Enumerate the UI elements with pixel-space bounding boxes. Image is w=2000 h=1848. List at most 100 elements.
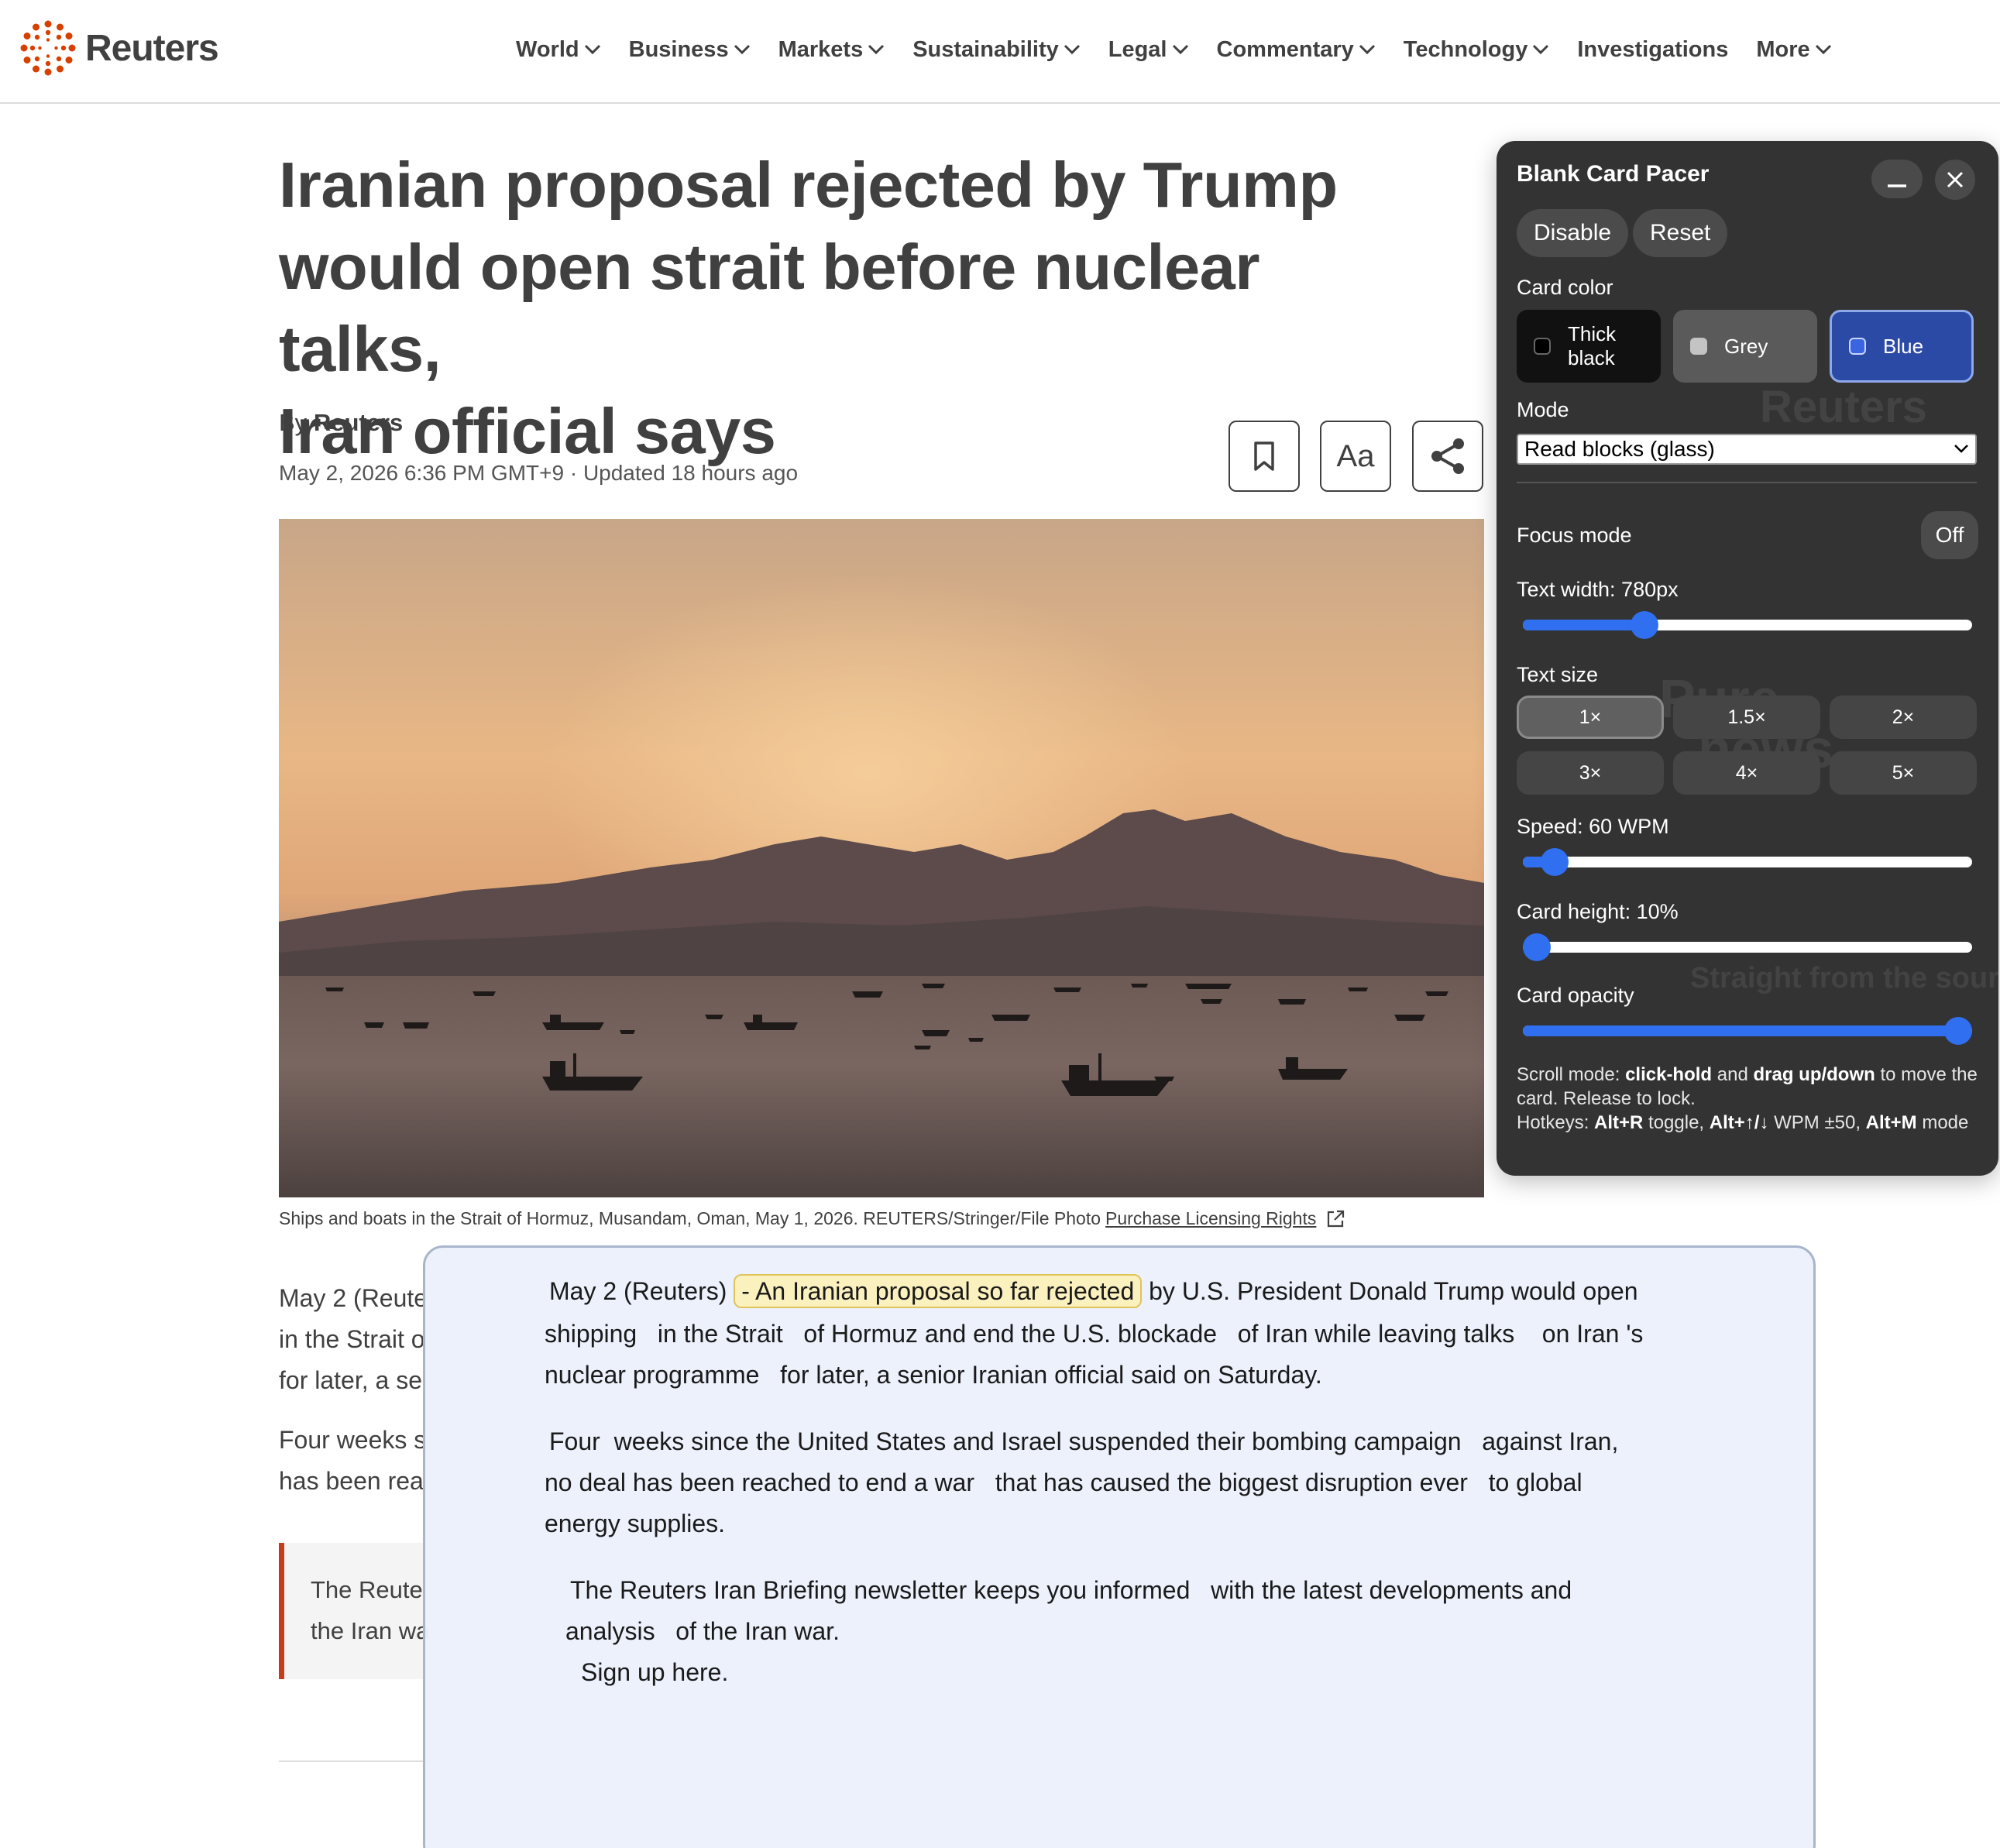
callout-line: The Reute (311, 1576, 423, 1603)
paragraph-fragment: has been rea (279, 1467, 424, 1495)
card-line: energy supplies. (545, 1510, 726, 1537)
licensing-link[interactable]: Purchase Licensing Rights (1105, 1208, 1316, 1229)
speed-slider[interactable] (1523, 848, 1972, 876)
color-option-thick-black[interactable]: Thick black (1517, 310, 1661, 383)
main-nav: World Business Markets Sustainability Le… (516, 31, 1860, 68)
bookmark-button[interactable] (1229, 421, 1300, 492)
help-fragment: mode (1916, 1112, 1969, 1133)
reuters-logo-icon (20, 20, 76, 76)
swatch-label: Blue (1883, 334, 1924, 358)
byline-author-link[interactable]: Reuters (314, 409, 403, 436)
bg-fragment: Reuters (1760, 382, 1927, 432)
nav-commentary[interactable]: Commentary (1217, 31, 1376, 68)
text-size-3x-button[interactable]: 3× (1517, 751, 1664, 795)
nav-label: Commentary (1216, 36, 1354, 62)
chevron-down-icon (734, 44, 750, 55)
minimize-icon (1888, 184, 1906, 187)
slider-handle[interactable] (1523, 933, 1551, 961)
callout-line: the Iran wa (311, 1617, 430, 1644)
slider-fill (1523, 620, 1644, 630)
help-fragment: and (1712, 1064, 1754, 1085)
slider-handle[interactable] (1630, 611, 1658, 639)
help-fragment: Alt+R (1594, 1112, 1644, 1133)
reset-button[interactable]: Reset (1633, 209, 1728, 257)
color-option-blue[interactable]: Blue (1830, 310, 1974, 383)
slider-fill (1523, 1025, 1958, 1036)
text-size-4x-button[interactable]: 4× (1673, 751, 1820, 795)
nav-markets[interactable]: Markets (778, 31, 885, 68)
card-height-slider[interactable] (1523, 933, 1972, 961)
slider-handle[interactable] (1540, 848, 1569, 876)
focus-mode-toggle[interactable]: Off (1921, 511, 1978, 559)
signup-link[interactable]: Sign up here. (581, 1658, 728, 1687)
divider (279, 1760, 434, 1762)
nav-label: Legal (1108, 36, 1167, 62)
minimize-button[interactable] (1871, 160, 1923, 198)
card-opacity-label: Card opacity (1517, 984, 1634, 1007)
chevron-down-icon (584, 44, 600, 55)
focus-mode-label: Focus mode (1517, 524, 1632, 547)
speed-label: Speed: 60 WPM (1517, 815, 1669, 838)
color-option-grey[interactable]: Grey (1673, 310, 1817, 383)
chevron-down-icon (1064, 44, 1080, 55)
text-size-5x-button[interactable]: 5× (1830, 751, 1977, 795)
mode-select[interactable]: Read blocks (glass) (1517, 434, 1977, 465)
bg-fragment: Straight from the sourc (1690, 962, 1998, 994)
separator (1517, 482, 1977, 483)
paragraph-fragment: May 2 (Reute (279, 1284, 428, 1312)
help-fragment: Hotkeys: (1517, 1112, 1595, 1133)
nav-technology[interactable]: Technology (1404, 31, 1550, 68)
nav-more[interactable]: More (1756, 31, 1831, 68)
blank-card-pacer-panel: Reuters Pure news Straight from the sour… (1497, 141, 1998, 1176)
card-text: by U.S. President Donald Trump would ope… (1149, 1277, 1638, 1305)
card-line: May 2 (Reuters) - An Iranian proposal so… (549, 1274, 1638, 1308)
slider-handle[interactable] (1944, 1017, 1972, 1045)
nav-investigations[interactable]: Investigations (1577, 31, 1728, 68)
nav-label: Business (628, 36, 729, 62)
nav-business[interactable]: Business (629, 31, 751, 68)
text-width-label: Text width: 780px (1517, 578, 1679, 601)
external-link-icon[interactable] (1325, 1209, 1345, 1229)
reading-card-overlay[interactable]: May 2 (Reuters) - An Iranian proposal so… (423, 1245, 1816, 1848)
reuters-logo[interactable]: Reuters (20, 20, 219, 76)
share-button[interactable] (1412, 421, 1483, 492)
chevron-down-icon (1359, 44, 1375, 55)
help-fragment: toggle, (1643, 1112, 1710, 1133)
card-line: no deal has been reached to end a war th… (545, 1468, 1582, 1496)
nav-world[interactable]: World (516, 31, 601, 68)
mode-value: Read blocks (glass) (1524, 437, 1715, 461)
text-size-button[interactable]: Aa (1320, 421, 1391, 492)
bookmark-icon (1254, 441, 1274, 471)
chevron-down-icon (1815, 44, 1831, 55)
help-fragment: drag up/down (1753, 1064, 1875, 1085)
help-text: Scroll mode: click-hold and drag up/down… (1517, 1063, 1981, 1135)
card-line: analysis of the Iran war. (565, 1617, 840, 1645)
article-dateline: May 2, 2026 6:36 PM GMT+9 · Updated 18 h… (279, 461, 799, 485)
paragraph-fragment: for later, a se (279, 1366, 422, 1394)
card-opacity-slider[interactable] (1523, 1017, 1972, 1045)
chevron-down-icon (1954, 445, 1968, 453)
byline: By Reuters (279, 409, 403, 437)
disable-button[interactable]: Disable (1517, 209, 1629, 257)
help-fragment: WPM ±50, (1768, 1112, 1866, 1133)
text-size-1-5x-button[interactable]: 1.5× (1673, 696, 1820, 739)
headline-line: would open strait before nuclear talks, (279, 231, 1260, 385)
card-line: shipping in the Strait of Hormuz and end… (545, 1320, 1644, 1348)
swatch-dot (1849, 338, 1866, 355)
text-size-1x-button[interactable]: 1× (1517, 696, 1664, 739)
caption-text: Ships and boats in the Strait of Hormuz,… (279, 1208, 1101, 1228)
hero-photo[interactable] (279, 519, 1484, 1197)
text-width-slider[interactable] (1523, 611, 1972, 639)
close-button[interactable] (1935, 160, 1975, 200)
chevron-down-icon (1172, 44, 1188, 55)
swatch-line: black (1568, 346, 1615, 369)
swatch-dot (1534, 338, 1551, 355)
text-size-2x-button[interactable]: 2× (1830, 696, 1977, 739)
nav-legal[interactable]: Legal (1108, 31, 1189, 68)
swatch-label: Grey (1724, 334, 1768, 358)
swatch-label: Thick black (1568, 322, 1616, 370)
help-fragment: click-hold (1625, 1064, 1713, 1085)
nav-label: More (1756, 36, 1810, 62)
nav-sustainability[interactable]: Sustainability (912, 31, 1081, 68)
mode-label: Mode (1517, 398, 1569, 421)
